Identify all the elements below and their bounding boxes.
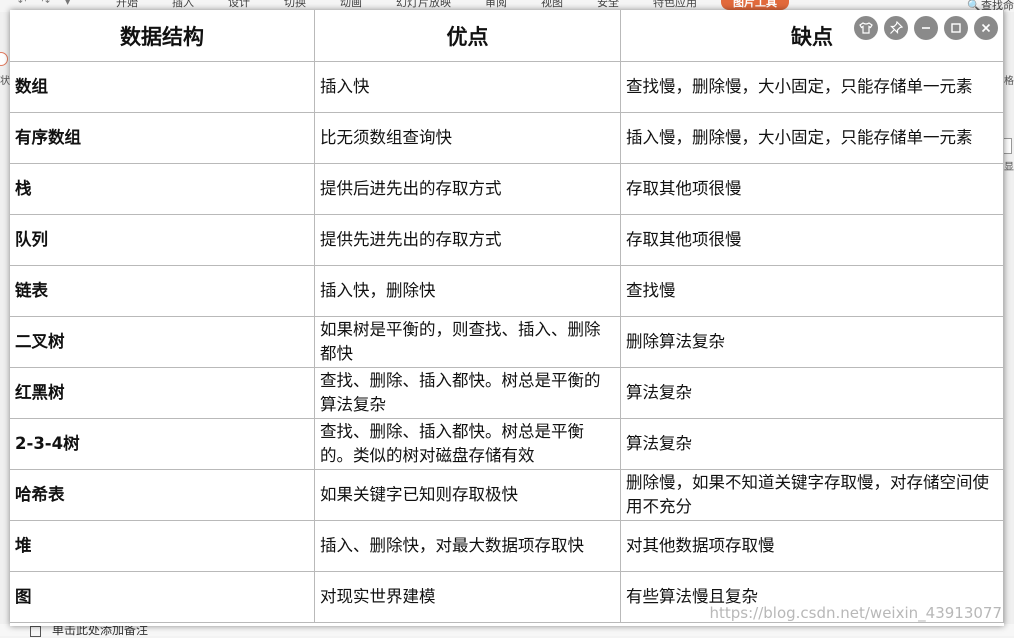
structure-cons: 查找慢 xyxy=(620,265,1004,317)
close-icon xyxy=(979,21,993,35)
structure-pros: 插入快，删除快 xyxy=(314,265,621,317)
structure-cons: 对其他数据项存取慢 xyxy=(620,520,1004,572)
structure-cons: 算法复杂 xyxy=(620,367,1004,419)
pin-icon xyxy=(889,21,903,35)
structure-cons: 存取其他项很慢 xyxy=(620,163,1004,215)
structure-cons: 插入慢，删除慢，大小固定，只能存储单一元素 xyxy=(620,112,1004,164)
minimize-button[interactable] xyxy=(914,16,938,40)
structure-name: 红黑树 xyxy=(10,367,315,419)
structure-cons: 删除慢，如果不知道关键字存取慢，对存储空间使用不充分 xyxy=(620,469,1004,521)
header-pros: 优点 xyxy=(314,10,621,62)
ribbon-tabs: 开始 插入 设计 切换 动画 幻灯片放映 审阅 视图 安全 特色应用 图片工具 xyxy=(0,0,823,10)
structure-name: 堆 xyxy=(10,520,315,572)
structure-pros: 插入、删除快，对最大数据项存取快 xyxy=(314,520,621,572)
table-row: 有序数组 比无须数组查询快 插入慢，删除慢，大小固定，只能存储单一元素 xyxy=(10,112,1004,164)
structure-name: 图 xyxy=(10,571,315,623)
structure-name: 栈 xyxy=(10,163,315,215)
structure-cons: 算法复杂 xyxy=(620,418,1004,470)
structure-pros: 比无须数组查询快 xyxy=(314,112,621,164)
ribbon-tab-review[interactable]: 审阅 xyxy=(485,0,507,10)
structure-pros: 插入快 xyxy=(314,61,621,113)
pin-button[interactable] xyxy=(884,16,908,40)
ribbon-tab-special[interactable]: 特色应用 xyxy=(653,0,697,10)
skin-button[interactable] xyxy=(854,16,878,40)
structure-name: 哈希表 xyxy=(10,469,315,521)
right-panel-text: 格 xyxy=(1004,76,1014,87)
ribbon-tab-slideshow[interactable]: 幻灯片放映 xyxy=(396,0,451,10)
notes-icon xyxy=(30,626,41,637)
record-icon xyxy=(0,52,8,66)
structure-name: 队列 xyxy=(10,214,315,266)
right-panel-text-2: 显 xyxy=(1004,162,1014,173)
table-row: 哈希表 如果关键字已知则存取极快 删除慢，如果不知道关键字存取慢，对存储空间使用… xyxy=(10,469,1004,521)
ribbon-tab-picture-tools[interactable]: 图片工具 xyxy=(721,0,789,10)
structure-name: 2-3-4树 xyxy=(10,418,315,470)
structure-cons: 查找慢，删除慢，大小固定，只能存储单一元素 xyxy=(620,61,1004,113)
structure-cons: 存取其他项很慢 xyxy=(620,214,1004,266)
header-structure: 数据结构 xyxy=(10,10,315,62)
table-row: 堆 插入、删除快，对最大数据项存取快 对其他数据项存取慢 xyxy=(10,520,1004,572)
table-row: 链表 插入快，删除快 查找慢 xyxy=(10,265,1004,317)
table-row: 红黑树 查找、删除、插入都快。树总是平衡的算法复杂 算法复杂 xyxy=(10,367,1004,419)
structure-pros: 对现实世界建模 xyxy=(314,571,621,623)
structure-name: 数组 xyxy=(10,61,315,113)
shirt-icon xyxy=(859,21,873,35)
ribbon-tab-view[interactable]: 视图 xyxy=(541,0,563,10)
table-row: 2-3-4树 查找、删除、插入都快。树总是平衡的。类似的树对磁盘存储有效 算法复… xyxy=(10,418,1004,470)
table-row: 数组 插入快 查找慢，删除慢，大小固定，只能存储单一元素 xyxy=(10,61,1004,113)
structure-pros: 查找、删除、插入都快。树总是平衡的算法复杂 xyxy=(314,367,621,419)
ribbon-tab-animation[interactable]: 动画 xyxy=(340,0,362,10)
structure-name: 有序数组 xyxy=(10,112,315,164)
table-row: 二叉树 如果树是平衡的，则查找、插入、删除都快 删除算法复杂 xyxy=(10,316,1004,368)
structure-pros: 查找、删除、插入都快。树总是平衡的。类似的树对磁盘存储有效 xyxy=(314,418,621,470)
ribbon-tab-transition[interactable]: 切换 xyxy=(284,0,306,10)
maximize-button[interactable] xyxy=(944,16,968,40)
structure-pros: 提供先进先出的存取方式 xyxy=(314,214,621,266)
structure-pros: 如果树是平衡的，则查找、插入、删除都快 xyxy=(314,316,621,368)
ribbon-tab-start[interactable]: 开始 xyxy=(116,0,138,10)
viewer-controls xyxy=(854,16,998,40)
maximize-icon xyxy=(949,21,963,35)
left-panel-text: 状 xyxy=(0,76,10,87)
ribbon-tab-design[interactable]: 设计 xyxy=(228,0,250,10)
structure-name: 链表 xyxy=(10,265,315,317)
data-structure-table: 数据结构 优点 缺点 数组 插入快 查找慢，删除慢，大小固定，只能存储单一元素 … xyxy=(10,10,1004,623)
ribbon-tab-security[interactable]: 安全 xyxy=(597,0,619,10)
structure-name: 二叉树 xyxy=(10,316,315,368)
close-button[interactable] xyxy=(974,16,998,40)
table-row: 栈 提供后进先出的存取方式 存取其他项很慢 xyxy=(10,163,1004,215)
table-row: 队列 提供先进先出的存取方式 存取其他项很慢 xyxy=(10,214,1004,266)
structure-cons: 删除算法复杂 xyxy=(620,316,1004,368)
minimize-icon xyxy=(919,21,933,35)
image-viewer: 数据结构 优点 缺点 数组 插入快 查找慢，删除慢，大小固定，只能存储单一元素 … xyxy=(10,10,1004,626)
structure-pros: 提供后进先出的存取方式 xyxy=(314,163,621,215)
structure-pros: 如果关键字已知则存取极快 xyxy=(314,469,621,521)
ribbon-tab-insert[interactable]: 插入 xyxy=(172,0,194,10)
watermark-url: https://blog.csdn.net/weixin_43913077 xyxy=(709,604,1002,622)
